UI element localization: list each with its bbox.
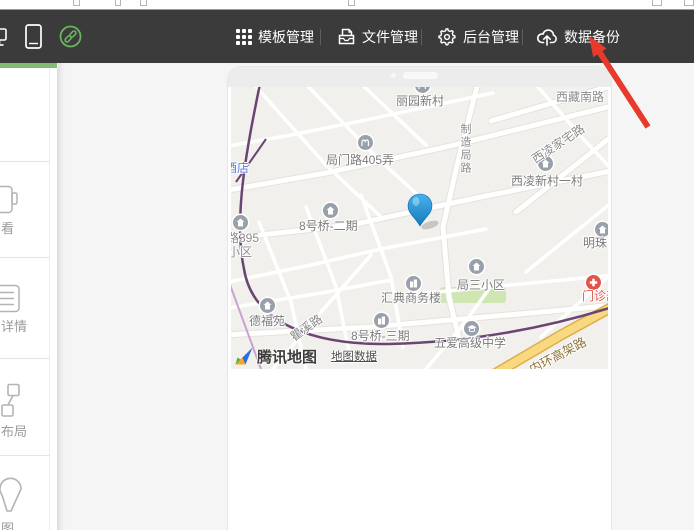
menu-file-manage[interactable]: 文件管理 xyxy=(337,10,418,63)
menu-label: 数据备份 xyxy=(564,27,620,47)
layout-icon xyxy=(0,383,30,419)
residential-poi-icon xyxy=(323,203,338,218)
cloud-upload-icon xyxy=(536,27,558,46)
residential-poi-icon xyxy=(469,259,484,274)
strip-fragment xyxy=(684,0,694,6)
map-label: 丽园新村 xyxy=(396,92,444,109)
map-attribution: 腾讯地图 地图数据 xyxy=(233,344,377,368)
gear-icon xyxy=(437,27,457,47)
map-label: 小区 xyxy=(231,243,252,260)
link-icon[interactable] xyxy=(59,10,82,63)
residential-poi-icon xyxy=(260,298,275,313)
device-preview-icon xyxy=(0,185,26,215)
browser-edge-strip xyxy=(0,0,694,10)
strip-fragment xyxy=(73,0,80,6)
map-marker-pin[interactable] xyxy=(401,185,441,231)
sidebar-gutter-line xyxy=(49,68,50,530)
menu-label: 后台管理 xyxy=(463,27,519,47)
sidebar-item-label: 详情 xyxy=(1,316,27,335)
grid-icon xyxy=(236,29,252,45)
map-road-label: 制造局路 xyxy=(457,123,473,175)
tencent-maps-logo-icon[interactable] xyxy=(233,345,255,367)
top-toolbar: 模板管理 文件管理 后台管理 数据备份 xyxy=(0,10,694,63)
menu-label: 模板管理 xyxy=(258,27,314,47)
sidebar-item-label: 布局 xyxy=(1,421,27,440)
phone-camera-dot xyxy=(391,73,396,78)
map-data-link[interactable]: 地图数据 xyxy=(331,348,377,364)
map-label: 局三小区 xyxy=(457,276,505,293)
map-road-label: 西藏南路 xyxy=(556,88,604,105)
map-canvas[interactable]: 丽园新村 西藏南路 局门路405弄 制造局路 西凌家宅路 西凌新村一村 酒店 8… xyxy=(231,87,608,369)
phone-speaker xyxy=(403,72,438,79)
map-pin-icon xyxy=(0,477,28,515)
sidebar-divider xyxy=(0,257,50,258)
left-sidebar: 看 详情 布局 图 xyxy=(0,68,58,530)
map-label: 汇典商务楼 xyxy=(381,289,441,306)
file-icon xyxy=(337,27,356,46)
sidebar-item-label: 看 xyxy=(1,218,14,237)
phone-top-bezel xyxy=(228,67,611,87)
strip-fragment xyxy=(652,0,662,6)
sidebar-item-label: 图 xyxy=(1,518,14,530)
map-label: 西凌新村一村 xyxy=(511,172,583,189)
toolbar-divider xyxy=(421,29,422,45)
residential-poi-icon xyxy=(233,215,248,230)
content-area: 丽园新村 西藏南路 局门路405弄 制造局路 西凌家宅路 西凌新村一村 酒店 8… xyxy=(58,63,694,530)
map-label: 门诊部 xyxy=(582,287,608,304)
building-poi-icon xyxy=(374,313,389,328)
menu-label: 文件管理 xyxy=(362,27,418,47)
map-label: 五爱高级中学 xyxy=(434,334,506,351)
desktop-icon[interactable] xyxy=(0,10,7,63)
toolbar-divider xyxy=(522,29,523,45)
sidebar-divider xyxy=(0,358,50,359)
strip-fragment xyxy=(348,0,355,6)
metro-station-icon xyxy=(358,135,373,150)
phone-mockup: 丽园新村 西藏南路 局门路405弄 制造局路 西凌家宅路 西凌新村一村 酒店 8… xyxy=(227,66,612,530)
menu-data-backup[interactable]: 数据备份 xyxy=(536,10,620,63)
phone-icon[interactable] xyxy=(25,10,42,63)
sidebar-divider xyxy=(0,161,50,162)
menu-template-manage[interactable]: 模板管理 xyxy=(236,10,314,63)
map-label: 局门路405弄 xyxy=(326,151,394,168)
map-label: 酒店 xyxy=(231,159,249,176)
map-label: 8号桥-三期 xyxy=(351,327,410,344)
sidebar-divider xyxy=(0,455,50,456)
map-label: 明珠家 xyxy=(583,234,608,251)
tencent-maps-logo-text[interactable]: 腾讯地图 xyxy=(257,346,317,367)
strip-fragment xyxy=(115,0,121,6)
strip-fragment xyxy=(140,0,147,6)
app-root: { "toolbar": { "menu_items": [ {"label":… xyxy=(0,0,694,530)
document-icon xyxy=(0,284,24,314)
map-label: 德福苑 xyxy=(249,312,285,329)
menu-backend-manage[interactable]: 后台管理 xyxy=(437,10,519,63)
toolbar-divider xyxy=(320,29,321,45)
map-label: 8号桥-二期 xyxy=(299,217,358,234)
